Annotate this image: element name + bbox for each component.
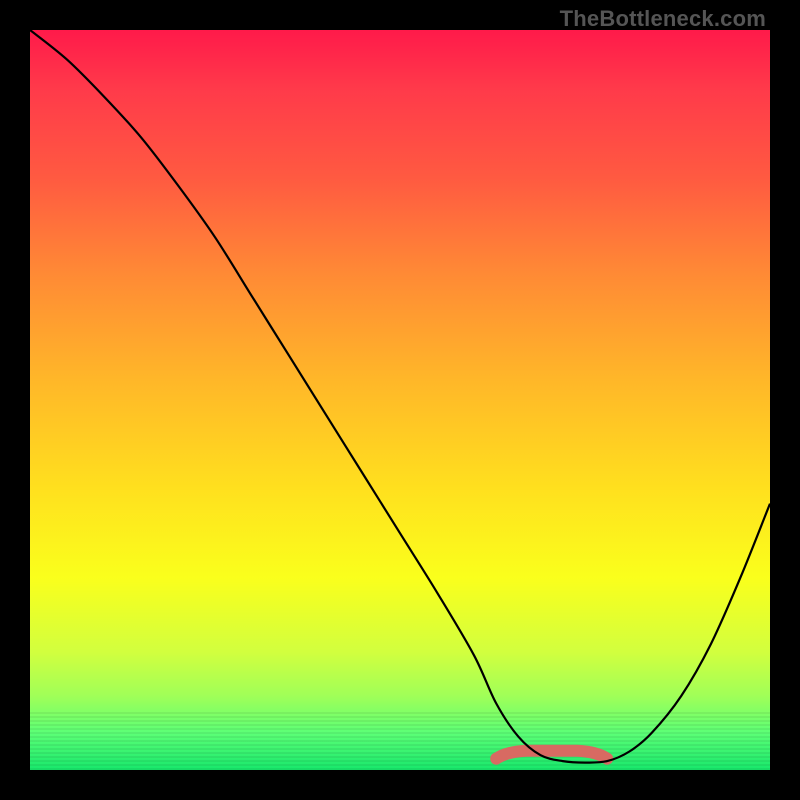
watermark-text: TheBottleneck.com (560, 6, 766, 32)
chart-frame: TheBottleneck.com (0, 0, 800, 800)
curve-svg (30, 30, 770, 770)
minimum-highlight (496, 751, 607, 759)
bottleneck-curve (30, 30, 770, 763)
plot-area (30, 30, 770, 770)
